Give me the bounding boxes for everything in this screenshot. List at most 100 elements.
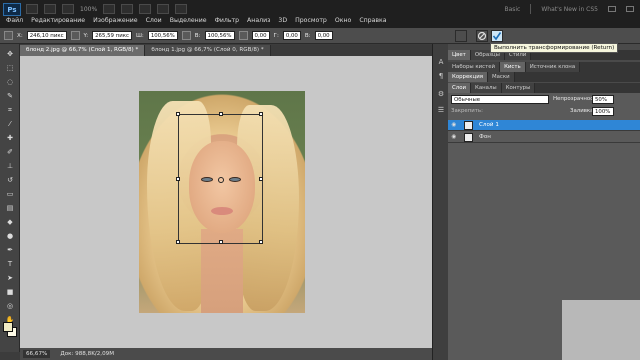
- lasso-tool-icon[interactable]: ◌: [5, 78, 15, 86]
- visibility-eye-icon[interactable]: ◉: [450, 134, 458, 140]
- tab-masks[interactable]: Маски: [487, 72, 515, 82]
- transform-handle[interactable]: [259, 240, 263, 244]
- transform-handle[interactable]: [176, 240, 180, 244]
- crop-tool-icon[interactable]: ⌗: [5, 106, 15, 114]
- commit-transform-icon[interactable]: [491, 30, 503, 42]
- blend-mode-select[interactable]: Обычные: [451, 95, 549, 104]
- transform-handle[interactable]: [259, 177, 263, 181]
- menu-item-edit[interactable]: Редактирование: [31, 17, 85, 24]
- reference-point-icon[interactable]: [4, 31, 13, 40]
- tab-channels[interactable]: Каналы: [471, 83, 502, 93]
- relative-position-icon[interactable]: [70, 31, 80, 40]
- doc-tab-blond-2[interactable]: блонд 2.jpg @ 66,7% (Слой 1, RGB/8) *: [20, 45, 146, 56]
- brush-tool-icon[interactable]: ✐: [5, 148, 15, 156]
- canvas-area[interactable]: [20, 56, 432, 348]
- layer-name: Фон: [479, 134, 491, 140]
- workspace-basic[interactable]: Basic: [504, 6, 520, 13]
- zoom-tool-icon[interactable]: [121, 4, 134, 14]
- width-field[interactable]: 100,56%: [147, 31, 178, 40]
- transform-handle[interactable]: [219, 240, 223, 244]
- bridge-icon[interactable]: [26, 4, 38, 14]
- transform-handle[interactable]: [259, 112, 263, 116]
- minimize-icon[interactable]: [608, 6, 616, 12]
- pen-tool-icon[interactable]: ✒: [5, 246, 15, 254]
- x-field[interactable]: 246,10 пикс: [26, 31, 67, 40]
- lock-label: Закрепить:: [451, 108, 483, 114]
- gradient-tool-icon[interactable]: ▤: [5, 204, 15, 212]
- tab-brush-presets[interactable]: Наборы кистей: [448, 62, 501, 72]
- transform-handle[interactable]: [219, 112, 223, 116]
- menu-item-file[interactable]: Файл: [6, 17, 23, 24]
- path-selection-tool-icon[interactable]: ➤: [5, 274, 15, 282]
- app-bar-controls: 100%: [26, 4, 188, 14]
- tab-brush[interactable]: Кисть: [500, 62, 526, 72]
- reference-point[interactable]: [218, 177, 224, 183]
- eyedropper-tool-icon[interactable]: ⁄: [5, 120, 15, 128]
- tab-color[interactable]: Цвет: [448, 50, 471, 60]
- menu-item-view[interactable]: Просмотр: [295, 17, 327, 24]
- opacity-field[interactable]: 50%: [592, 95, 614, 104]
- status-bar: 66,67% Док: 988,8K/2,09M: [20, 348, 432, 360]
- visibility-eye-icon[interactable]: ◉: [450, 122, 458, 128]
- eraser-tool-icon[interactable]: ▭: [5, 190, 15, 198]
- fill-field[interactable]: 100%: [592, 107, 614, 116]
- video-overlay: [562, 300, 640, 360]
- cancel-transform-icon[interactable]: [476, 30, 488, 42]
- doc-tab-blond-1[interactable]: блонд 1.jpg @ 66,7% (Слой 0, RGB/8) *: [145, 45, 271, 56]
- tool-presets-icon[interactable]: ⚙: [437, 90, 445, 98]
- paragraph-panel-icon[interactable]: ¶: [437, 72, 445, 80]
- arrange-documents-icon[interactable]: [157, 4, 170, 14]
- rotate-view-icon[interactable]: [139, 4, 152, 14]
- menu-item-window[interactable]: Окно: [335, 17, 351, 24]
- history-panel-icon[interactable]: ☰: [437, 106, 445, 114]
- brush-panel-tabs: Наборы кистей Кисть Источник клона: [448, 62, 640, 72]
- clone-stamp-tool-icon[interactable]: ⊥: [5, 162, 15, 170]
- marquee-tool-icon[interactable]: ⬚: [5, 64, 15, 72]
- character-panel-icon[interactable]: A: [437, 58, 445, 66]
- workspace-whats-new[interactable]: What's New in CS5: [541, 6, 598, 13]
- tab-paths[interactable]: Контуры: [501, 83, 536, 93]
- zoom-readout[interactable]: 66,67%: [23, 350, 51, 358]
- x-label: X:: [17, 32, 23, 39]
- layer-row[interactable]: ◉ Слой 1: [448, 120, 640, 131]
- zoom-level[interactable]: 100%: [80, 6, 97, 13]
- extras-icon[interactable]: [62, 4, 74, 14]
- menu-item-select[interactable]: Выделение: [170, 17, 207, 24]
- healing-brush-tool-icon[interactable]: ✚: [5, 134, 15, 142]
- transform-handle[interactable]: [176, 112, 180, 116]
- shape-tool-icon[interactable]: ■: [5, 288, 15, 296]
- menu-item-3d[interactable]: 3D: [278, 17, 287, 24]
- warp-mode-icon[interactable]: [455, 30, 467, 42]
- layer-row[interactable]: ◉ Фон: [448, 132, 640, 143]
- foreground-color-swatch[interactable]: [3, 322, 13, 332]
- y-field[interactable]: 265,59 пикс: [92, 31, 132, 40]
- tab-layers[interactable]: Слои: [448, 83, 472, 93]
- move-tool-icon[interactable]: ✥: [5, 50, 15, 58]
- 3d-rotate-tool-icon[interactable]: ◎: [5, 302, 15, 310]
- mini-bridge-icon[interactable]: [44, 4, 56, 14]
- h-skew-field[interactable]: 0,00: [282, 31, 301, 40]
- menu-item-layer[interactable]: Слои: [146, 17, 162, 24]
- menu-item-analysis[interactable]: Анализ: [247, 17, 270, 24]
- blur-tool-icon[interactable]: ◆: [5, 218, 15, 226]
- menu-item-filter[interactable]: Фильтр: [215, 17, 239, 24]
- hand-tool-icon[interactable]: [103, 4, 116, 14]
- quick-selection-tool-icon[interactable]: ✎: [5, 92, 15, 100]
- close-icon[interactable]: [626, 6, 634, 12]
- dodge-tool-icon[interactable]: ●: [5, 232, 15, 240]
- v-skew-field[interactable]: 0,00: [314, 31, 333, 40]
- angle-field[interactable]: 0,00: [251, 31, 270, 40]
- history-brush-tool-icon[interactable]: ↺: [5, 176, 15, 184]
- link-icon[interactable]: [181, 31, 191, 40]
- photoshop-logo: Ps: [3, 3, 21, 16]
- tab-clone-source[interactable]: Источник клона: [525, 62, 581, 72]
- height-field[interactable]: 100,56%: [204, 31, 235, 40]
- screen-mode-icon[interactable]: [175, 4, 188, 14]
- transform-bounding-box[interactable]: [176, 112, 263, 244]
- transform-handle[interactable]: [176, 177, 180, 181]
- type-tool-icon[interactable]: T: [5, 260, 15, 268]
- menu-item-help[interactable]: Справка: [359, 17, 386, 24]
- tooltip: Выполнить трансформирование (Return): [490, 43, 619, 53]
- menu-item-image[interactable]: Изображение: [93, 17, 138, 24]
- tab-adjustments[interactable]: Коррекция: [448, 72, 488, 82]
